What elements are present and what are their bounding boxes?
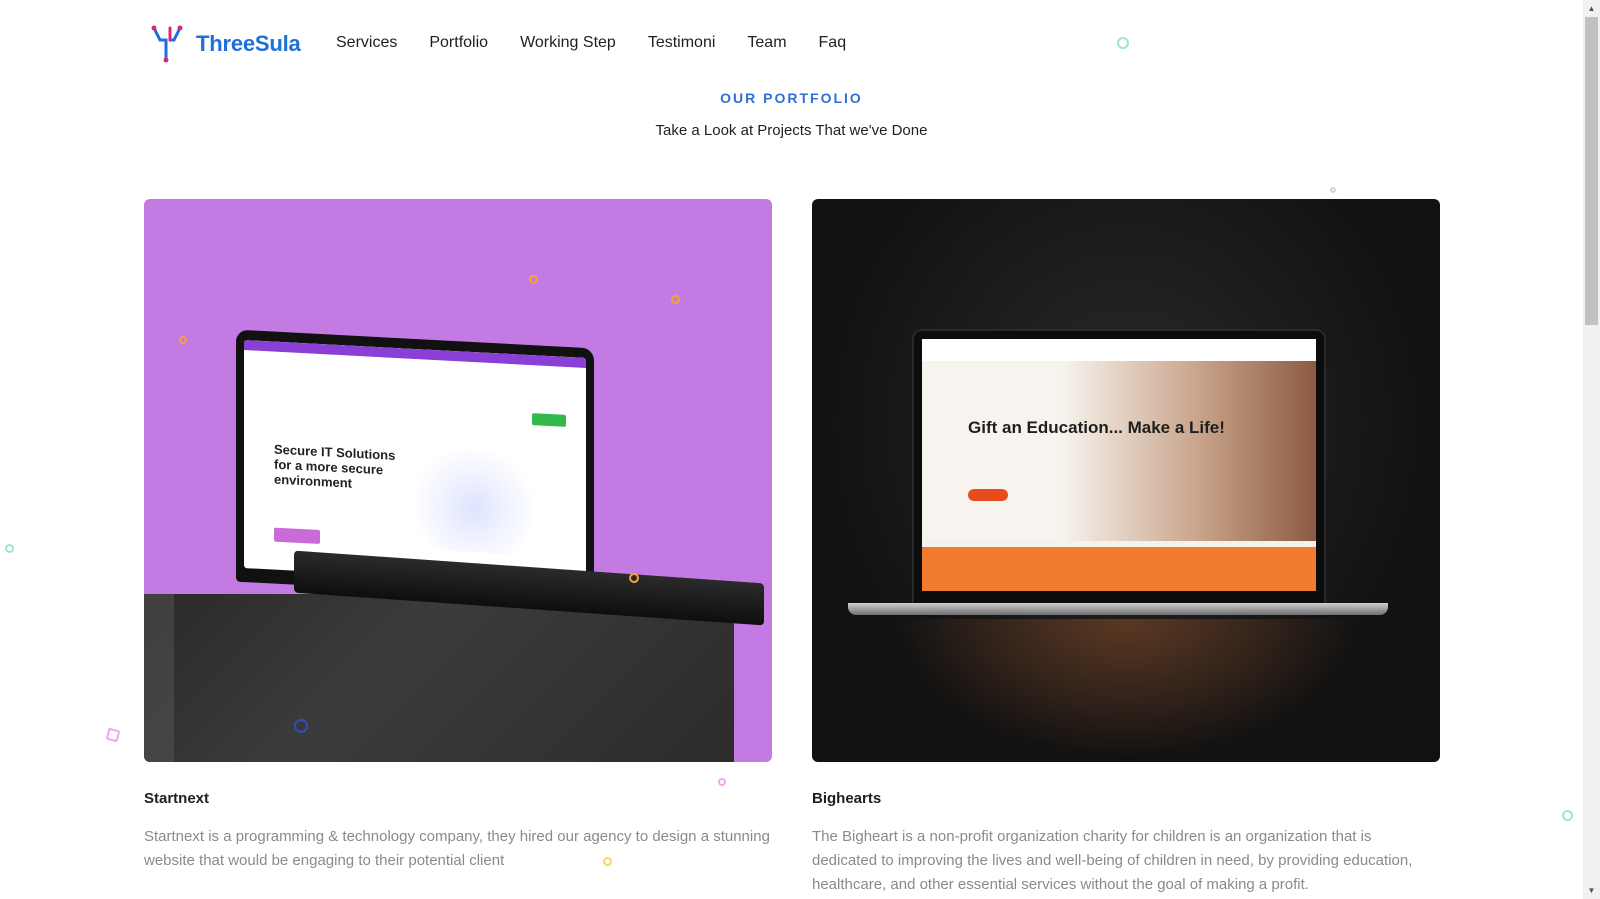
project-title[interactable]: Bighearts [812, 790, 1440, 807]
mockup-partner-strip [922, 547, 1316, 591]
mockup-hero [922, 361, 1316, 541]
project-description: Startnext is a programming & technology … [144, 828, 770, 869]
pedestal-shape [144, 594, 734, 762]
site-header: ThreeSula Services Portfolio Working Ste… [0, 0, 1583, 88]
brand-name: ThreeSula [196, 31, 301, 56]
confetti-dot [1562, 810, 1573, 821]
scroll-up-arrow-icon[interactable]: ▲ [1583, 0, 1600, 17]
confetti-dot [1330, 187, 1336, 193]
confetti-dot [603, 857, 612, 866]
laptop-screen: Secure IT Solutions for a more secure en… [244, 340, 586, 586]
page-scrollbar[interactable]: ▲ ▼ [1583, 0, 1600, 899]
nav-faq[interactable]: Faq [819, 34, 847, 52]
project-image-bighearts[interactable]: Gift an Education... Make a Life! [812, 199, 1440, 762]
confetti-square [105, 727, 121, 743]
scrollbar-thumb[interactable] [1585, 17, 1598, 325]
project-description: The Bigheart is a non-profit organizatio… [812, 828, 1413, 893]
laptop-screen: Gift an Education... Make a Life! [922, 339, 1316, 591]
confetti-dot [671, 295, 680, 304]
mockup-button [274, 527, 320, 545]
laptop-base [848, 603, 1388, 615]
project-title[interactable]: Startnext [144, 790, 772, 807]
threesula-logo-icon [151, 25, 183, 63]
mockup-topbar [244, 340, 586, 368]
nav-testimoni[interactable]: Testimoni [648, 34, 716, 52]
main-nav: Services Portfolio Working Step Testimon… [336, 34, 846, 52]
mockup-button [968, 489, 1008, 501]
project-image-startnext[interactable]: Secure IT Solutions for a more secure en… [144, 199, 772, 762]
nav-team[interactable]: Team [747, 34, 786, 52]
project-card-bighearts[interactable]: Gift an Education... Make a Life! Bighea… [812, 199, 1440, 897]
pedestal-side [144, 594, 174, 762]
section-eyebrow: OUR PORTFOLIO [720, 90, 863, 106]
nav-working-step[interactable]: Working Step [520, 34, 616, 52]
scroll-down-arrow-icon[interactable]: ▼ [1583, 882, 1600, 899]
nav-services[interactable]: Services [336, 34, 397, 52]
confetti-dot [529, 275, 538, 284]
project-card-startnext[interactable]: Secure IT Solutions for a more secure en… [144, 199, 772, 873]
confetti-dot [294, 719, 308, 733]
mockup-headline: Gift an Education... Make a Life! [968, 418, 1225, 437]
section-subtitle: Take a Look at Projects That we've Done [655, 122, 928, 139]
brand-logo[interactable]: ThreeSula [150, 24, 301, 64]
laptop-mockup: Gift an Education... Make a Life! [912, 329, 1326, 605]
confetti-dot [718, 778, 726, 786]
mockup-cta [532, 413, 566, 427]
mockup-illustration [414, 438, 534, 556]
confetti-dot [1117, 37, 1129, 49]
confetti-dot [179, 336, 187, 344]
confetti-dot [629, 573, 639, 583]
mockup-nav [922, 339, 1316, 361]
mockup-headline: Secure IT Solutions for a more secure en… [274, 441, 396, 491]
nav-portfolio[interactable]: Portfolio [429, 34, 488, 52]
reflection-glow [892, 619, 1362, 762]
confetti-dot [5, 544, 14, 553]
